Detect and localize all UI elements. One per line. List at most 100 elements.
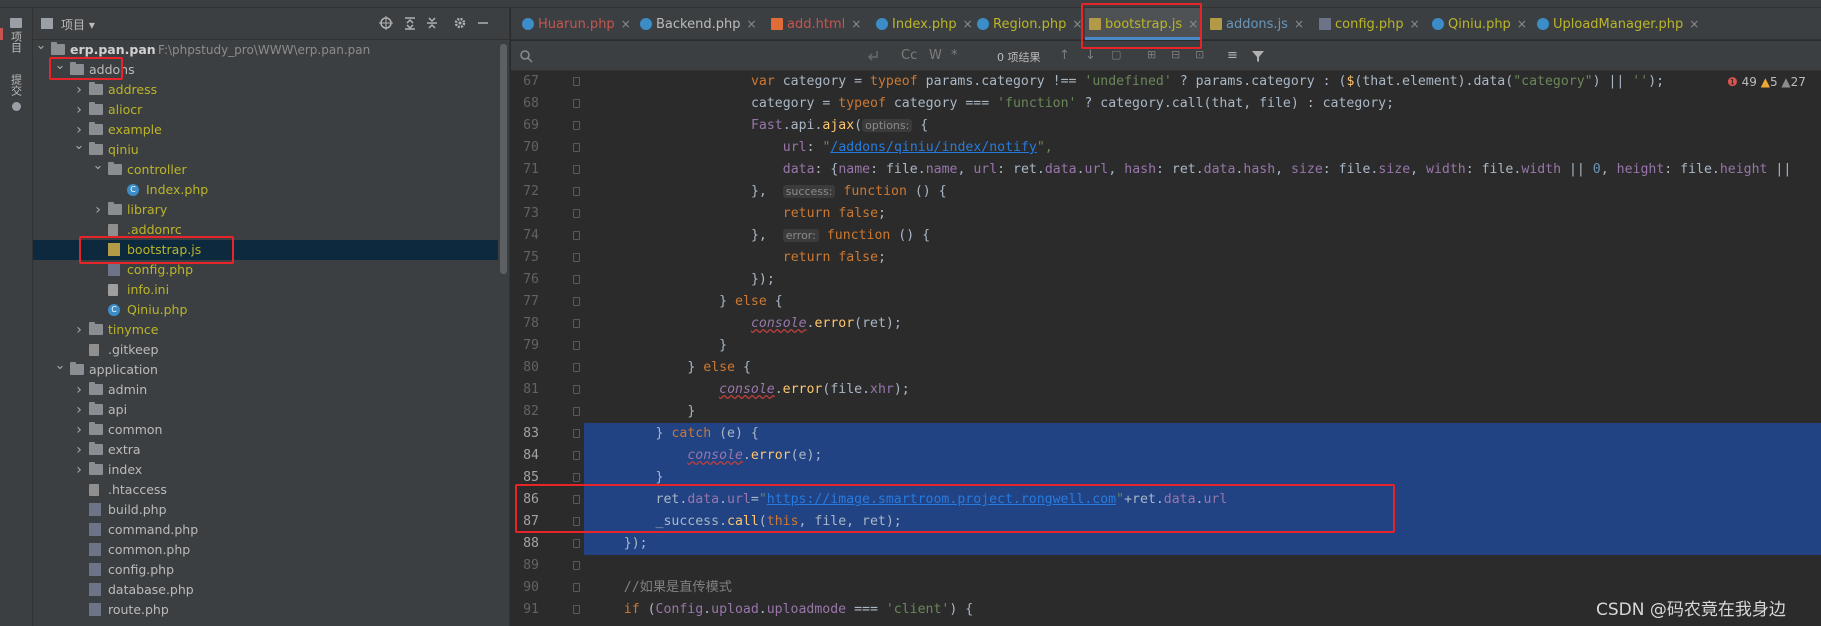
regex-toggle[interactable]: * bbox=[951, 48, 958, 63]
expand-all-icon[interactable] bbox=[403, 16, 417, 30]
code-line[interactable]: 82} bbox=[511, 401, 1821, 423]
chevron-right-icon[interactable]: › bbox=[73, 320, 85, 340]
tree-item[interactable]: › aliocr bbox=[33, 100, 498, 120]
tree-item[interactable]: › library bbox=[33, 200, 498, 220]
match-case-toggle[interactable]: Cc bbox=[901, 48, 917, 63]
tree-item[interactable]: › index bbox=[33, 460, 498, 480]
tree-item[interactable]: route.php bbox=[33, 600, 498, 620]
fold-marker-icon[interactable] bbox=[573, 385, 580, 394]
code-line[interactable]: 75 return false; bbox=[511, 247, 1821, 269]
search-input[interactable] bbox=[539, 46, 859, 66]
tree-item[interactable]: C Index.php bbox=[33, 180, 498, 200]
tree-item[interactable]: › common bbox=[33, 420, 498, 440]
fold-marker-icon[interactable] bbox=[573, 209, 580, 218]
chevron-down-icon[interactable]: ⌄ bbox=[54, 356, 66, 376]
tree-item[interactable]: common.php bbox=[33, 540, 498, 560]
editor-tab[interactable]: add.html × bbox=[767, 8, 865, 40]
fold-marker-icon[interactable] bbox=[573, 165, 580, 174]
code-line[interactable]: 77} else { bbox=[511, 291, 1821, 313]
tree-item[interactable]: › admin bbox=[33, 380, 498, 400]
select-all-icon[interactable]: ▢ bbox=[1111, 48, 1121, 61]
tree-item[interactable]: ⌄ controller bbox=[33, 158, 498, 180]
tree-item[interactable]: › address bbox=[33, 80, 498, 100]
commit-tool-button[interactable]: 提交 bbox=[6, 74, 26, 114]
close-icon[interactable]: × bbox=[621, 17, 631, 31]
chevron-right-icon[interactable]: › bbox=[73, 420, 85, 440]
editor-tab[interactable]: Backend.php × bbox=[636, 8, 761, 40]
fold-marker-icon[interactable] bbox=[573, 473, 580, 482]
code-editor[interactable]: 67 var category = typeof params.category … bbox=[511, 71, 1821, 626]
tree-item[interactable]: command.php bbox=[33, 520, 498, 540]
locate-icon[interactable] bbox=[379, 16, 393, 30]
code-line[interactable]: 80} else { bbox=[511, 357, 1821, 379]
inspection-widget[interactable]: ❶ 49 ▲5 ▲27 bbox=[1727, 71, 1821, 93]
gear-icon[interactable] bbox=[453, 16, 467, 30]
editor-tab[interactable]: Index.php × bbox=[872, 8, 977, 40]
chevron-down-icon[interactable]: ⌄ bbox=[73, 136, 85, 156]
select-all-occurrences-icon[interactable]: ⊡ bbox=[1195, 48, 1204, 61]
fold-marker-icon[interactable] bbox=[573, 319, 580, 328]
code-line[interactable]: 76}); bbox=[511, 269, 1821, 291]
tree-item[interactable]: › api bbox=[33, 400, 498, 420]
code-line[interactable]: 81 console.error(file.xhr); bbox=[511, 379, 1821, 401]
next-occurrence-icon[interactable]: ↓ bbox=[1085, 48, 1096, 63]
chevron-right-icon[interactable]: › bbox=[73, 100, 85, 120]
code-line[interactable]: 78 console.error(ret); bbox=[511, 313, 1821, 335]
fold-marker-icon[interactable] bbox=[573, 143, 580, 152]
close-icon[interactable]: × bbox=[1410, 17, 1420, 31]
editor-tab[interactable]: Region.php × bbox=[973, 8, 1086, 40]
filter-options-icon[interactable]: ≡ bbox=[1227, 48, 1238, 63]
fold-marker-icon[interactable] bbox=[573, 407, 580, 416]
new-line-icon[interactable] bbox=[867, 50, 879, 62]
fold-marker-icon[interactable] bbox=[573, 539, 580, 548]
chevron-down-icon[interactable]: ⌄ bbox=[92, 156, 104, 176]
code-line[interactable]: 67 var category = typeof params.category … bbox=[511, 71, 1821, 93]
add-selection-icon[interactable]: ⊞ bbox=[1147, 48, 1156, 61]
code-line[interactable]: 88}); bbox=[511, 533, 1821, 555]
previous-occurrence-icon[interactable]: ↑ bbox=[1059, 48, 1070, 63]
tree-item[interactable]: › tinymce bbox=[33, 320, 498, 340]
fold-marker-icon[interactable] bbox=[573, 77, 580, 86]
editor-tab[interactable]: addons.js × bbox=[1206, 8, 1308, 40]
code-line[interactable]: 70 url: "/addons/qiniu/index/notify", bbox=[511, 137, 1821, 159]
fold-marker-icon[interactable] bbox=[573, 561, 580, 570]
search-icon[interactable] bbox=[519, 49, 535, 63]
editor-tab[interactable]: config.php × bbox=[1315, 8, 1424, 40]
fold-marker-icon[interactable] bbox=[573, 451, 580, 460]
remove-selection-icon[interactable]: ⊟ bbox=[1171, 48, 1180, 61]
code-line[interactable]: 71 data: {name: file.name, url: ret.data.… bbox=[511, 159, 1821, 181]
tree-item[interactable]: database.php bbox=[33, 580, 498, 600]
fold-marker-icon[interactable] bbox=[573, 605, 580, 614]
chevron-right-icon[interactable]: › bbox=[73, 400, 85, 420]
tree-item[interactable]: › example bbox=[33, 120, 498, 140]
close-icon[interactable]: × bbox=[851, 17, 861, 31]
code-line[interactable]: 69 Fast.api.ajax(options: { bbox=[511, 115, 1821, 137]
code-line[interactable]: 83} catch (e) { bbox=[511, 423, 1821, 445]
fold-marker-icon[interactable] bbox=[573, 275, 580, 284]
fold-marker-icon[interactable] bbox=[573, 231, 580, 240]
close-icon[interactable]: × bbox=[1689, 17, 1699, 31]
chevron-right-icon[interactable]: › bbox=[92, 200, 104, 220]
code-line[interactable]: 68 category = typeof category === 'functi… bbox=[511, 93, 1821, 115]
tree-item[interactable]: config.php bbox=[33, 560, 498, 580]
chevron-right-icon[interactable]: › bbox=[73, 440, 85, 460]
close-icon[interactable]: × bbox=[1517, 17, 1527, 31]
tree-item[interactable]: C Qiniu.php bbox=[33, 300, 498, 320]
chevron-right-icon[interactable]: › bbox=[73, 380, 85, 400]
close-icon[interactable]: × bbox=[746, 17, 756, 31]
close-icon[interactable]: × bbox=[1294, 17, 1304, 31]
code-line[interactable]: 79} bbox=[511, 335, 1821, 357]
chevron-right-icon[interactable]: › bbox=[73, 80, 85, 100]
code-line[interactable]: 72}, success: function () { bbox=[511, 181, 1821, 203]
tree-item[interactable]: build.php bbox=[33, 500, 498, 520]
tree-item[interactable]: › extra bbox=[33, 440, 498, 460]
fold-marker-icon[interactable] bbox=[573, 99, 580, 108]
fold-marker-icon[interactable] bbox=[573, 187, 580, 196]
collapse-all-icon[interactable] bbox=[425, 16, 439, 30]
editor-tab[interactable]: UploadManager.php × bbox=[1533, 8, 1703, 40]
editor-tab[interactable]: Huarun.php × bbox=[518, 8, 635, 40]
words-toggle[interactable]: W bbox=[929, 48, 942, 63]
tree-item[interactable]: ⌄ application bbox=[33, 358, 498, 380]
tree-item[interactable]: .gitkeep bbox=[33, 340, 498, 360]
fold-marker-icon[interactable] bbox=[573, 121, 580, 130]
